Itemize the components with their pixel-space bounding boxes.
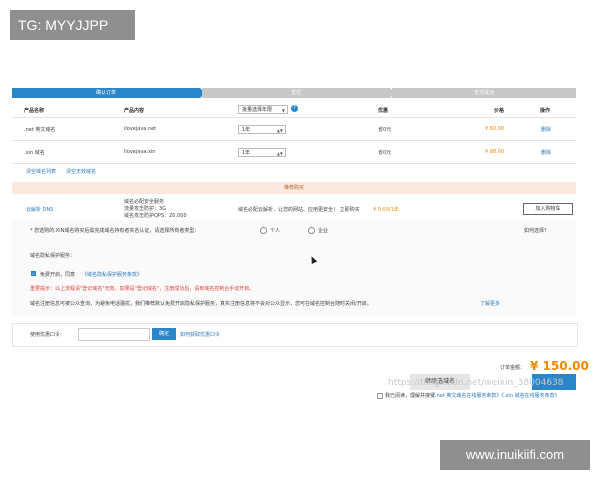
terms-links[interactable]: 《.net 英文域名在线服务条款》《.xin 域名在线服务条款》 [430, 392, 560, 399]
order-steps: 确认订单 支付 支付成功 [12, 88, 576, 98]
divider [12, 140, 576, 141]
coupon-input[interactable] [78, 328, 150, 341]
learn-more-link[interactable]: 了解更多 [480, 300, 500, 307]
order-total-amount: ¥ 150.00 [530, 359, 589, 373]
help-icon[interactable]: ? [291, 105, 298, 112]
order-total-label: 订单金额： [500, 365, 526, 371]
terms-checkbox[interactable] [377, 393, 383, 399]
recommend-price: ¥ 0.00/1年 [373, 207, 399, 213]
row-2-content: ilovejava.xin [124, 149, 156, 155]
row-2-price: ¥ 88.00 [485, 149, 505, 155]
clear-domain-list-link[interactable]: 清空域名列表 [26, 168, 56, 175]
row-1-price: ¥ 60.00 [485, 126, 505, 132]
row-2-delete-link[interactable]: 删除 [541, 149, 551, 156]
privacy-terms-link[interactable]: 《域名隐私保护服务条款》 [82, 271, 142, 278]
row-2-discount: 省0元 [378, 150, 392, 156]
radio-personal-label: 个人 [270, 228, 281, 234]
chevron-down-icon: ▲▼ [276, 128, 283, 133]
divider [12, 117, 576, 118]
radio-company[interactable] [308, 227, 315, 234]
clear-invalid-domains-link[interactable]: 清空无效域名 [66, 168, 96, 175]
row-1-year-select[interactable]: 1年 ▲▼ [238, 125, 286, 134]
bulk-year-select-label: 批量选择年限 [242, 107, 273, 113]
how-to-choose-link[interactable]: 如何选择? [524, 227, 547, 234]
watermark-top-left: TG: MYYJJPP [10, 10, 135, 40]
row-1-delete-link[interactable]: 删除 [541, 126, 551, 133]
recommend-desc: 域名必配云解析，让您的网站、应用更安全！ 立即购买 [238, 207, 360, 213]
recommend-line-2: 流量攻击防护：3G [124, 206, 167, 212]
radio-company-label: 企业 [318, 228, 329, 234]
recommend-line-3: 域名攻击防护QPS：20,000 [124, 213, 187, 219]
add-to-cart-button[interactable]: 加入购物车 [523, 203, 573, 215]
row-2-year-label: 1年 [242, 150, 251, 156]
recommend-bar: 推荐购买 [12, 182, 576, 194]
privacy-warning: 重要提示：以上流程请"登记域名"无效，如果是"登记域名"，注册成功后，请到域名控… [30, 286, 255, 292]
header-product-name: 产品名称 [24, 108, 45, 114]
radio-personal[interactable] [260, 227, 267, 234]
terms-prefix: 我已阅读，理解并接受 [385, 393, 436, 399]
realname-prompt: * 您选购的.XIN域名购买后需完成域名持有者实名认证，请选择所有者类型： [30, 228, 200, 234]
row-1-discount: 省0元 [378, 127, 392, 133]
row-2-year-select[interactable]: 1年 ▲▼ [238, 148, 286, 157]
row-1-name: .net 英文域名 [24, 127, 56, 133]
recommend-item-name[interactable]: 云解析 DNS [26, 206, 53, 213]
step-confirm-order: 确认订单 [12, 88, 205, 98]
privacy-note: 域名注册信息可被公众查询，为避免电话骚扰，我们推荐默认免费开启隐私保护服务，真实… [30, 301, 372, 307]
watermark-bottom-right: www.inuikiifi.com [440, 440, 590, 470]
privacy-title: 域名隐私保护服务： [30, 253, 76, 259]
header-product-content: 产品内容 [124, 108, 145, 114]
step-pay-success: 支付成功 [392, 88, 576, 98]
row-1-content: ilovejava.net [124, 126, 157, 132]
coupon-help-link[interactable]: 如何获取优惠口令 [180, 331, 220, 338]
privacy-agree-text: 免费开启，同意 [40, 272, 76, 278]
coupon-confirm-button[interactable]: 确定 [152, 328, 176, 340]
recommend-line-1: 域名必配安全服务 [124, 199, 165, 205]
row-2-name: .xin 域名 [24, 150, 45, 156]
watermark-blog-url: https://blog.csdn.net/weixin_38004638 [388, 378, 564, 388]
chevron-down-icon: ▲▼ [276, 151, 283, 156]
divider [12, 163, 576, 164]
header-action: 操作 [540, 108, 551, 114]
coupon-label: 使用优惠口令： [30, 332, 66, 338]
chevron-down-icon: ▼ [281, 108, 285, 113]
header-discount: 优惠 [378, 108, 389, 114]
step-pay: 支付 [202, 88, 395, 98]
privacy-checkbox[interactable]: ✓ [31, 271, 36, 276]
header-price: 价格 [494, 108, 505, 114]
row-1-year-label: 1年 [242, 127, 251, 133]
bulk-year-select[interactable]: 批量选择年限 ▼ [238, 105, 288, 114]
